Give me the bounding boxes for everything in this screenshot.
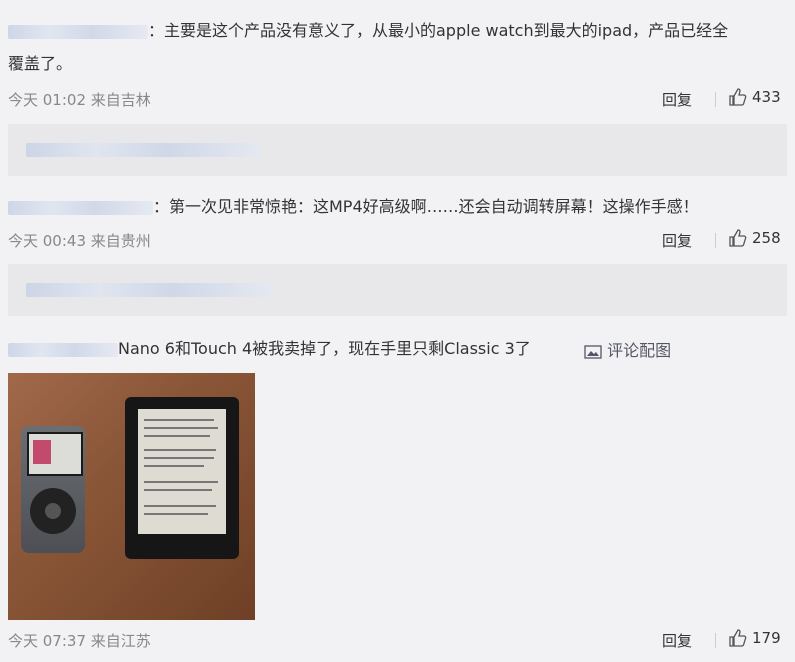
divider [715, 633, 716, 648]
comment-1-like-button[interactable]: 433 [728, 87, 781, 107]
comment-3-like-count: 179 [752, 629, 781, 647]
comment-1-line1: ：主要是这个产品没有意义了，从最小的apple watch到最大的ipad，产品… [148, 21, 729, 40]
comment-image-link[interactable]: 评论配图 [584, 337, 671, 361]
comment-2-meta: 今天 00:43 来自贵州 回复 258 [8, 228, 787, 252]
comment-photo[interactable] [8, 373, 255, 620]
kindle-illustration [125, 397, 239, 559]
blurred-username[interactable] [8, 342, 118, 357]
comment-2-reply-button[interactable]: 回复 [662, 230, 692, 251]
comment-2-body: ：第一次见非常惊艳：这MP4好高级啊……还会自动调转屏幕！这操作手感！ [153, 197, 699, 216]
comment-1-reply-preview[interactable] [8, 124, 787, 176]
comment-1-text: ：主要是这个产品没有意义了，从最小的apple watch到最大的ipad，产品… [8, 14, 788, 80]
comment-3-like-button[interactable]: 179 [728, 628, 781, 648]
comment-3-reply-button[interactable]: 回复 [662, 630, 692, 651]
comment-2-like-button[interactable]: 258 [728, 228, 781, 248]
comment-2-text: ：第一次见非常惊艳：这MP4好高级啊……还会自动调转屏幕！这操作手感！ [8, 190, 788, 223]
comment-2-reply-preview[interactable] [8, 264, 787, 316]
blurred-username[interactable] [8, 200, 153, 215]
comment-1-line2: 覆盖了。 [8, 54, 73, 73]
thumbs-up-icon [729, 629, 747, 647]
divider [715, 233, 716, 248]
comment-image-link-label: 评论配图 [607, 341, 672, 360]
comment-1-time: 今天 01:02 来自吉林 [8, 91, 151, 109]
blurred-reply-text [26, 283, 271, 297]
comment-1-meta: 今天 01:02 来自吉林 回复 433 [8, 87, 787, 111]
comment-3-body: Nano 6和Touch 4被我卖掉了，现在手里只剩Classic 3了 [118, 339, 531, 358]
comment-2-time: 今天 00:43 来自贵州 [8, 232, 151, 250]
thumbs-up-icon [729, 229, 747, 247]
comment-3-text: Nano 6和Touch 4被我卖掉了，现在手里只剩Classic 3了 [8, 332, 578, 365]
comment-3-meta: 今天 07:37 来自江苏 回复 179 [8, 628, 787, 652]
ipod-classic-illustration [21, 426, 85, 553]
blurred-reply-text [26, 143, 261, 157]
divider [715, 92, 716, 107]
image-icon [584, 344, 602, 359]
comment-3-time: 今天 07:37 来自江苏 [8, 632, 151, 650]
comment-2-like-count: 258 [752, 229, 781, 247]
blurred-username[interactable] [8, 24, 148, 39]
thumbs-up-icon [729, 88, 747, 106]
comment-1-reply-button[interactable]: 回复 [662, 89, 692, 110]
comment-1-like-count: 433 [752, 88, 781, 106]
